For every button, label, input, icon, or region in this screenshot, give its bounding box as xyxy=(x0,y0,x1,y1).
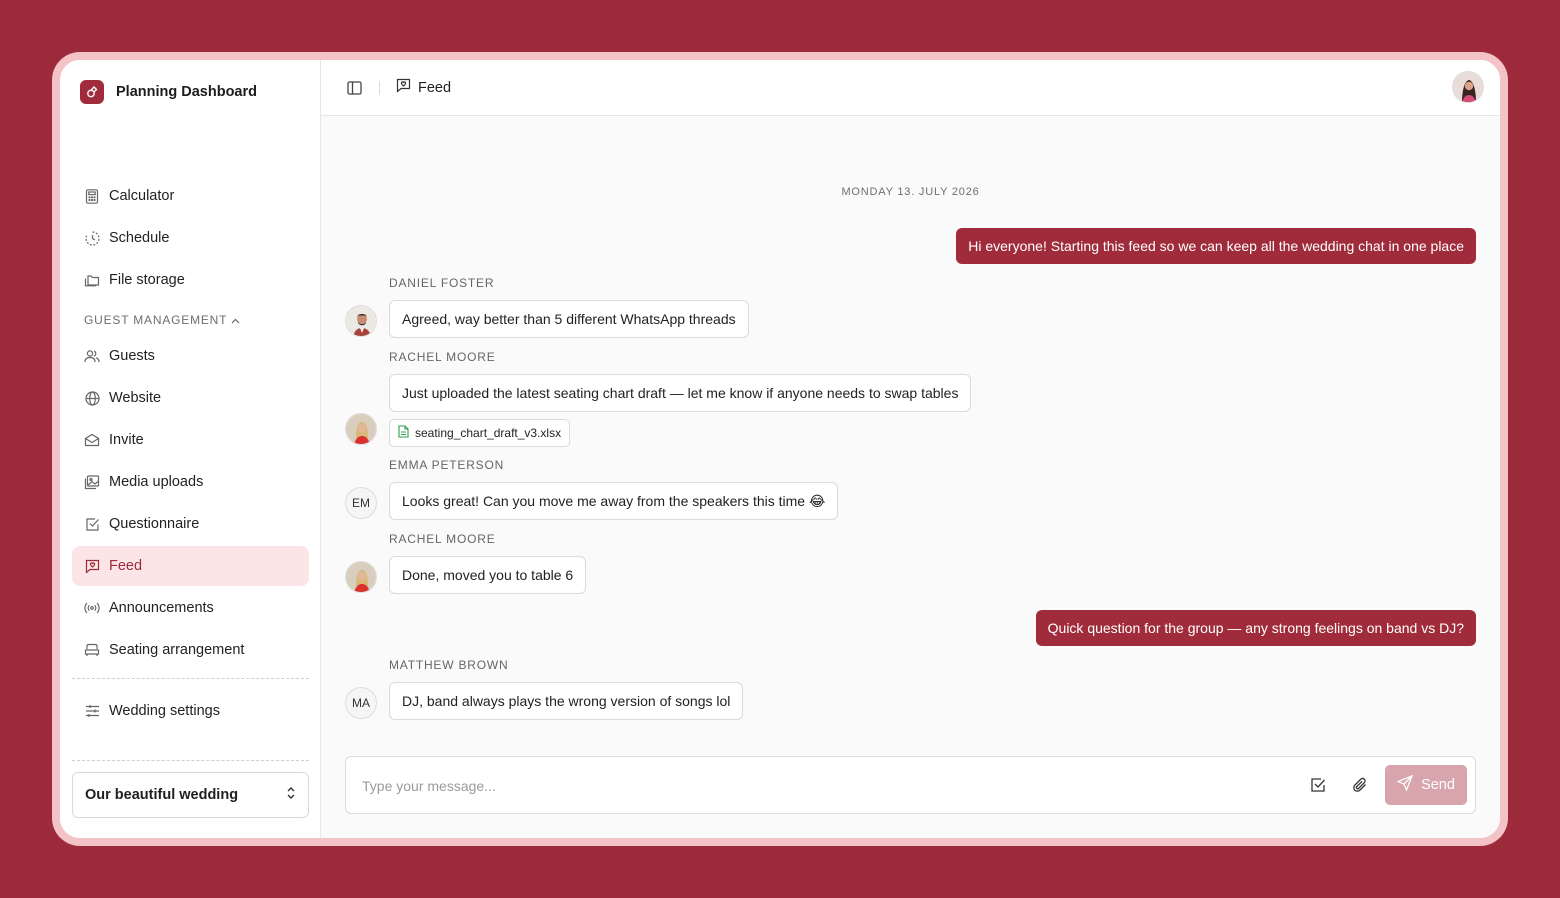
chevron-up-down-icon xyxy=(286,786,296,804)
sidebar-item-label: Wedding settings xyxy=(109,703,220,719)
top-bar: Feed xyxy=(321,60,1500,116)
sidebar-item-label: Calculator xyxy=(109,188,175,204)
sidebar-item-label: Website xyxy=(109,390,162,406)
sidebar-item-feed[interactable]: Feed xyxy=(72,546,309,586)
avatar xyxy=(345,305,377,337)
message-icon xyxy=(396,78,411,97)
sofa-icon xyxy=(84,642,100,658)
incoming-message: Agreed, way better than 5 different What… xyxy=(389,300,749,338)
send-label: Send xyxy=(1421,777,1455,793)
file-name: seating_chart_draft_v3.xlsx xyxy=(415,426,562,440)
sidebar-item-label: Invite xyxy=(109,432,144,448)
sidebar-item-file-storage[interactable]: File storage xyxy=(72,260,309,300)
sidebar-item-invite[interactable]: Invite xyxy=(72,420,309,460)
attachment-icon[interactable] xyxy=(1351,776,1369,794)
file-attachment[interactable]: seating_chart_draft_v3.xlsx xyxy=(389,419,571,447)
sidebar-item-schedule[interactable]: Schedule xyxy=(72,218,309,258)
sidebar-item-label: Media uploads xyxy=(109,474,204,490)
message-composer: Send xyxy=(345,756,1476,815)
sidebar-item-label: Schedule xyxy=(109,230,170,246)
sidebar-item-label: File storage xyxy=(109,272,185,288)
outgoing-message: Hi everyone! Starting this feed so we ca… xyxy=(956,228,1476,264)
sidebar-item-media-uploads[interactable]: Media uploads xyxy=(72,462,309,502)
sidebar-item-label: Feed xyxy=(109,558,143,574)
task-checkbox-icon[interactable] xyxy=(1309,776,1327,794)
sidebar: Planning Dashboard Calculator Schedule F… xyxy=(60,60,321,838)
sidebar-item-label: Seating arrangement xyxy=(109,642,245,658)
incoming-message: Looks great! Can you move me away from t… xyxy=(389,482,839,520)
sender-name: RACHEL MOORE xyxy=(389,350,496,364)
avatar xyxy=(345,413,377,445)
sidebar-item-calculator[interactable]: Calculator xyxy=(72,176,309,216)
sidebar-item-wedding-settings[interactable]: Wedding settings xyxy=(72,691,309,731)
users-icon xyxy=(84,348,100,364)
wedding-select-value: Our beautiful wedding xyxy=(85,787,239,803)
sidebar-item-seating-arrangement[interactable]: Seating arrangement xyxy=(72,630,309,670)
send-icon xyxy=(1396,774,1414,795)
app-window: Planning Dashboard Calculator Schedule F… xyxy=(60,60,1500,838)
sliders-icon xyxy=(84,703,100,719)
avatar: MA xyxy=(345,687,377,719)
checkbox-icon xyxy=(84,516,100,532)
sender-name: DANIEL FOSTER xyxy=(389,276,495,290)
sender-name: EMMA PETERSON xyxy=(389,458,505,472)
sidebar-item-website[interactable]: Website xyxy=(72,378,309,418)
sidebar-toggle-icon[interactable] xyxy=(345,79,363,97)
message-icon xyxy=(84,558,100,574)
sidebar-nav: Calculator Schedule File storage GUEST M… xyxy=(72,176,309,733)
section-label: GUEST MANAGEMENT xyxy=(84,313,228,327)
envelope-icon xyxy=(84,432,100,448)
incoming-message: Just uploaded the latest seating chart d… xyxy=(389,374,972,412)
broadcast-icon xyxy=(84,600,100,616)
sidebar-item-label: Guests xyxy=(109,348,155,364)
avatar: EM xyxy=(345,487,377,519)
sidebar-item-questionnaire[interactable]: Questionnaire xyxy=(72,504,309,544)
message-input[interactable] xyxy=(346,757,1264,815)
incoming-message: Done, moved you to table 6 xyxy=(389,556,587,594)
incoming-message: DJ, band always plays the wrong version … xyxy=(389,682,744,720)
folders-icon xyxy=(84,272,100,288)
app-title: Planning Dashboard xyxy=(116,84,257,100)
images-icon xyxy=(84,474,100,490)
date-divider: MONDAY 13. JULY 2026 xyxy=(841,186,980,198)
section-guest-management[interactable]: GUEST MANAGEMENT xyxy=(72,308,309,332)
logo-icon xyxy=(80,80,104,104)
brand[interactable]: Planning Dashboard xyxy=(80,80,257,104)
clock-icon xyxy=(84,230,100,246)
breadcrumb-label: Feed xyxy=(418,79,452,96)
sender-name: MATTHEW BROWN xyxy=(389,658,509,672)
chevron-up-icon xyxy=(231,313,240,327)
wedding-select[interactable]: Our beautiful wedding xyxy=(72,772,309,818)
sidebar-item-guests[interactable]: Guests xyxy=(72,336,309,376)
outgoing-message: Quick question for the group — any stron… xyxy=(1035,610,1476,646)
globe-icon xyxy=(84,390,100,406)
divider xyxy=(72,760,309,761)
avatar xyxy=(345,561,377,593)
user-avatar[interactable] xyxy=(1452,71,1484,103)
divider xyxy=(379,80,380,95)
sidebar-item-label: Announcements xyxy=(109,600,214,616)
sidebar-item-announcements[interactable]: Announcements xyxy=(72,588,309,628)
main-content: Feed MONDAY 13. JULY 2026 Hi everyone! S… xyxy=(321,60,1500,838)
spreadsheet-icon xyxy=(398,425,409,441)
send-button[interactable]: Send xyxy=(1385,765,1467,805)
divider xyxy=(72,678,309,679)
calculator-icon xyxy=(84,188,100,204)
breadcrumb: Feed xyxy=(396,78,451,97)
sidebar-item-label: Questionnaire xyxy=(109,516,200,532)
sender-name: RACHEL MOORE xyxy=(389,532,496,546)
